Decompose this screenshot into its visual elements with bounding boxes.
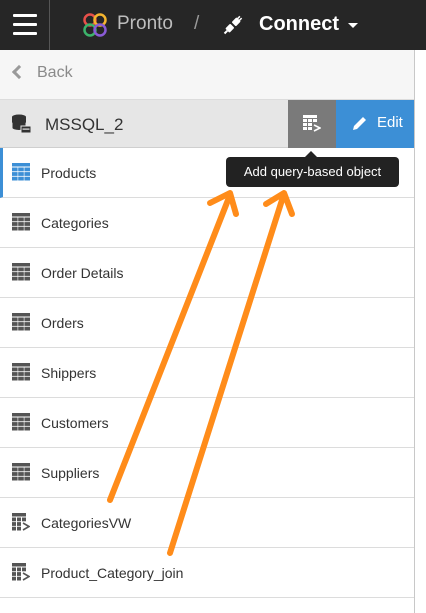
list-item-label: Categories <box>41 215 109 231</box>
pencil-icon <box>353 117 366 130</box>
data-source-name: MSSQL_2 <box>45 115 124 134</box>
plug-icon <box>223 15 243 35</box>
list-item-label: Order Details <box>41 265 124 281</box>
back-link[interactable]: Back <box>37 64 73 82</box>
list-item[interactable]: Customers <box>0 398 414 448</box>
top-bar: Pronto / Connect <box>0 0 426 50</box>
list-item-label: Products <box>41 165 97 181</box>
app-name[interactable]: Pronto <box>117 13 173 35</box>
list-item-label: Orders <box>41 315 84 331</box>
table-icon <box>12 313 30 331</box>
menu-icon[interactable] <box>0 0 50 50</box>
list-item[interactable]: Categories <box>0 198 414 248</box>
pronto-logo-icon <box>83 13 107 37</box>
list-item-label: Suppliers <box>41 465 100 481</box>
object-list: Products Categories Order Details Orders Shi… <box>0 148 414 598</box>
table-icon <box>12 463 30 481</box>
table-icon <box>12 263 30 281</box>
list-item[interactable]: Suppliers <box>0 448 414 498</box>
table-icon <box>12 413 30 431</box>
query-table-icon <box>12 563 31 581</box>
query-table-icon <box>303 115 321 132</box>
list-item-label: Customers <box>41 415 109 431</box>
add-query-object-button[interactable] <box>288 100 336 148</box>
list-item-label: CategoriesVW <box>41 515 132 531</box>
list-item[interactable]: CategoriesVW <box>0 498 414 548</box>
table-icon <box>12 213 30 231</box>
edit-button[interactable]: Edit <box>336 100 414 148</box>
sidebar-divider <box>414 50 415 613</box>
list-item[interactable]: Orders <box>0 298 414 348</box>
list-item[interactable]: Shippers <box>0 348 414 398</box>
table-icon <box>12 163 30 181</box>
list-item[interactable]: Order Details <box>0 248 414 298</box>
list-item-label: Shippers <box>41 365 97 381</box>
database-icon <box>11 114 32 134</box>
list-item-label: Product_Category_join <box>41 565 184 581</box>
breadcrumb-separator: / <box>194 13 200 34</box>
chevron-down-icon[interactable] <box>348 23 358 28</box>
query-table-icon <box>12 513 31 531</box>
table-icon <box>12 363 30 381</box>
tooltip: Add query-based object <box>226 157 399 187</box>
section-title[interactable]: Connect <box>259 13 339 36</box>
list-item[interactable]: Product_Category_join <box>0 548 414 598</box>
edit-button-label: Edit <box>377 114 403 131</box>
tooltip-text: Add query-based object <box>243 164 382 179</box>
